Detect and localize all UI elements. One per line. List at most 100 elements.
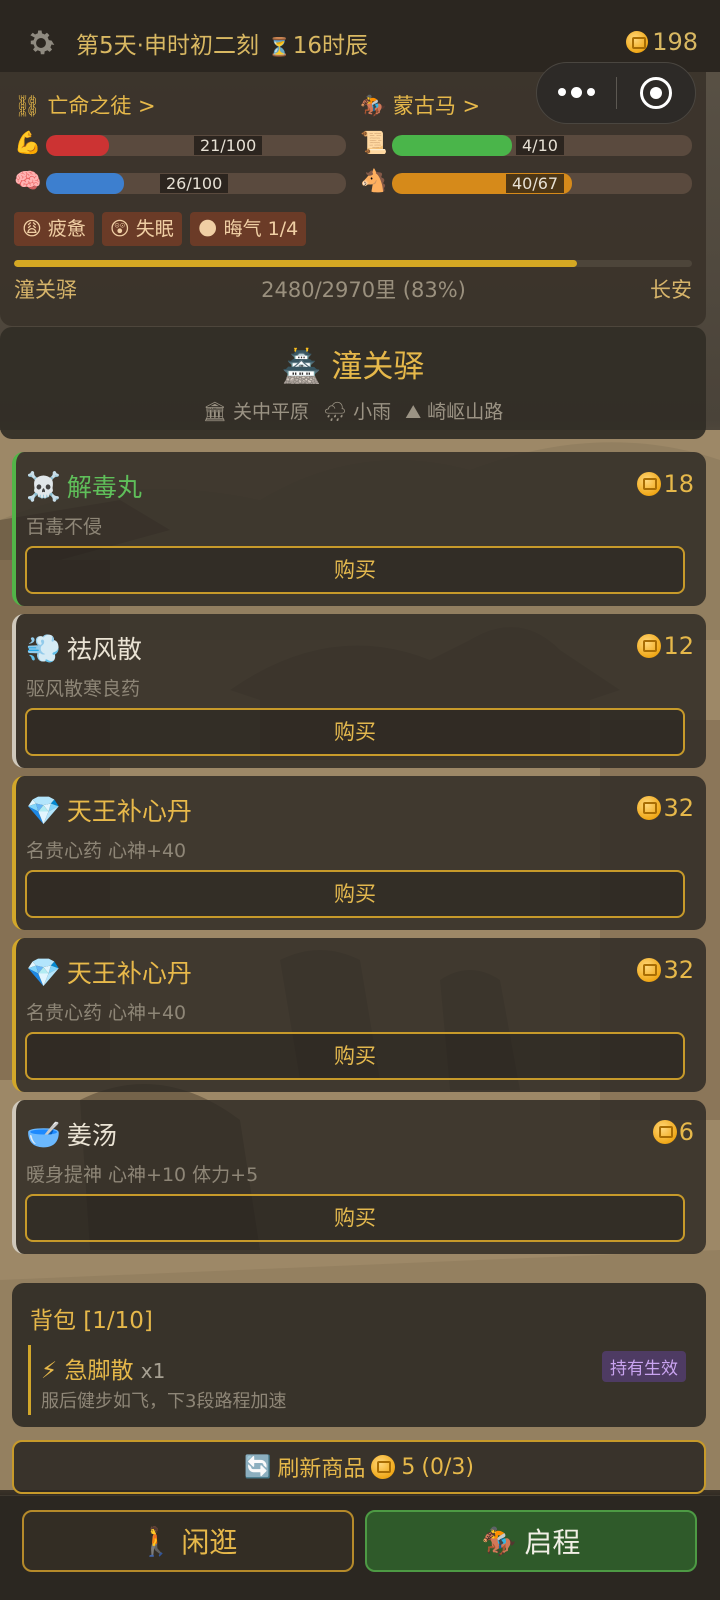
route-progress: 2480/2970里 (83%) [261, 278, 466, 302]
day-time-display: 第5天·申时初二刻 ⏳16时辰 [76, 26, 368, 60]
spirit-bar: 🧠 26/100 [14, 169, 346, 194]
depart-label: 启程 [524, 1526, 581, 1559]
spirit-fill [46, 173, 124, 194]
price-value: 6 [678, 1118, 694, 1146]
item-desc: 暖身提神 心神+10 体力+5 [26, 1164, 259, 1186]
coin-icon [371, 1455, 396, 1479]
item-desc: 名贵心药 心神+40 [26, 1002, 187, 1024]
separator-dot: · [136, 33, 144, 59]
item-price: 18 [637, 470, 694, 498]
item-qty: x1 [140, 1359, 166, 1383]
walking-icon: 🚶 [138, 1524, 174, 1558]
buy-button[interactable]: 购买 [25, 1032, 685, 1080]
horse-stamina-value: 40/67 [506, 174, 565, 193]
stamina-value: 21/100 [194, 136, 263, 155]
spirit-value: 26/100 [160, 174, 229, 193]
refresh-label: 刷新商品 [277, 1457, 366, 1482]
coin-icon [652, 1120, 677, 1144]
journey-progress-bar [14, 260, 692, 267]
scroll-icon: 📜 [360, 131, 388, 156]
backpack-item-desc: 服后健步如飞，下3段路程加速 [41, 1391, 287, 1412]
buy-button[interactable]: 购买 [25, 870, 685, 918]
coin-icon [637, 472, 662, 496]
scroll-fill [392, 135, 512, 156]
soup-bowl-icon: 🥣 [26, 1118, 61, 1151]
coin-icon [637, 958, 662, 982]
wind-icon: 💨 [26, 632, 61, 665]
backpack-title: 背包 [1/10] [30, 1308, 153, 1334]
miniprogram-capsule [536, 62, 696, 124]
scroll-value: 4/10 [516, 136, 564, 155]
refresh-cost: 5 [401, 1454, 416, 1480]
buy-button[interactable]: 购买 [25, 1194, 685, 1242]
station-header: 🏯 潼关驿 🏛 关中平原 🌧 小雨 ⛰ 崎岖山路 [0, 327, 706, 439]
identity-link[interactable]: ⛓ 亡命之徒 > [14, 90, 156, 120]
scroll-bar: 📜 4/10 [360, 131, 692, 156]
status-tags: 😩 疲惫 😲 失眠 🌑 晦气 1/4 [14, 212, 307, 246]
coin-icon [626, 31, 649, 53]
refresh-goods-button[interactable]: 🔄 刷新商品 5 (0/3) [12, 1440, 706, 1494]
item-name: 祛风散 [66, 635, 142, 664]
shop-item: 🥣 姜汤 6 暖身提神 心神+10 体力+5 购买 [12, 1100, 706, 1254]
item-desc: 百毒不侵 [26, 516, 103, 538]
item-name: 天王补心丹 [66, 797, 192, 826]
tag-insomnia[interactable]: 😲 失眠 [101, 212, 182, 246]
hours-left: 16时辰 [292, 33, 368, 59]
refresh-count: (0/3) [421, 1454, 474, 1480]
coin-icon [637, 796, 662, 820]
item-name: 天王补心丹 [66, 959, 192, 988]
skull-icon: ☠️ [26, 470, 61, 503]
wander-button[interactable]: 🚶 闲逛 [22, 1510, 354, 1572]
shop-item: ☠️ 解毒丸 18 百毒不侵 购买 [12, 452, 706, 606]
item-desc: 驱风散寒良药 [26, 678, 141, 700]
refresh-icon: 🔄 [244, 1454, 272, 1480]
backpack-item[interactable]: ⚡ 急脚散 x1 持有生效 服后健步如飞，下3段路程加速 [28, 1345, 688, 1415]
station-meta: 🏛 关中平原 🌧 小雨 ⛰ 崎岖山路 [0, 397, 706, 424]
shop-item: 💎 天王补心丹 32 名贵心药 心神+40 购买 [12, 776, 706, 930]
record-icon[interactable] [617, 77, 696, 109]
price-value: 18 [663, 470, 694, 498]
hourglass-icon: ⏳ [268, 37, 291, 58]
stamina-fill [46, 135, 109, 156]
gear-icon[interactable] [24, 26, 58, 60]
backpack-panel: 背包 [1/10] ⚡ 急脚散 x1 持有生效 服后健步如飞，下3段路程加速 [12, 1283, 706, 1427]
gold-balance: 198 [626, 28, 698, 56]
time-label: 申时初二刻 [143, 33, 259, 59]
item-name: 姜汤 [66, 1121, 117, 1150]
bottom-action-bar: 🚶 闲逛 🏇 启程 [0, 1495, 720, 1600]
gem-icon: 💎 [26, 794, 61, 827]
station-name: 潼关驿 [331, 349, 425, 385]
stamina-bar: 💪 21/100 [14, 131, 346, 156]
horse-stamina-bar: 🐴 40/67 [360, 169, 692, 194]
horse-link[interactable]: 🏇 蒙古马 > [360, 90, 480, 120]
horse-rider-icon: 🏇 [481, 1524, 517, 1558]
road-label: ⛰ 崎岖山路 [405, 401, 504, 423]
price-value: 12 [663, 632, 694, 660]
item-name: 急脚散 [64, 1358, 134, 1384]
item-price: 32 [637, 956, 694, 984]
wander-label: 闲逛 [181, 1526, 238, 1559]
backpack-item-name: ⚡ 急脚散 x1 [41, 1351, 165, 1385]
buy-button[interactable]: 购买 [25, 708, 685, 756]
item-price: 32 [637, 794, 694, 822]
tag-fatigue[interactable]: 😩 疲惫 [14, 212, 94, 246]
depart-button[interactable]: 🏇 启程 [365, 1510, 697, 1572]
item-title: 💨 祛风散 [26, 630, 142, 666]
station-title: 🏯 潼关驿 [0, 341, 706, 386]
price-value: 32 [663, 794, 694, 822]
buy-button[interactable]: 购买 [25, 546, 685, 594]
route-to: 长安 [649, 278, 692, 302]
gem-icon: 💎 [26, 956, 61, 989]
brain-icon: 🧠 [14, 169, 42, 194]
item-title: 💎 天王补心丹 [26, 792, 192, 828]
more-dots-icon[interactable] [537, 86, 616, 98]
castle-icon: 🏯 [281, 347, 322, 385]
shop-item: 💎 天王补心丹 32 名贵心药 心神+40 购买 [12, 938, 706, 1092]
lightning-icon: ⚡ [41, 1358, 58, 1384]
item-desc: 名贵心药 心神+40 [26, 840, 187, 862]
horse-icon: 🐴 [360, 169, 388, 194]
region-label: 🏛 关中平原 [202, 401, 309, 423]
journey-progress-fill [14, 260, 577, 267]
tag-bad-luck[interactable]: 🌑 晦气 1/4 [189, 212, 307, 246]
status-badge: 持有生效 [602, 1351, 686, 1382]
